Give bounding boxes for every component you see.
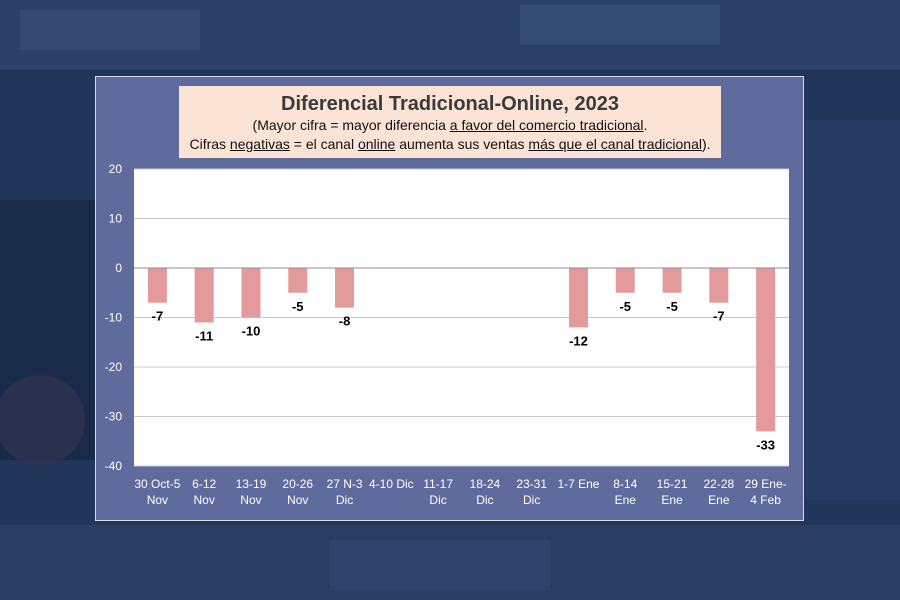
y-tick-label: -20 [105, 360, 123, 374]
x-tick-label: Nov [194, 493, 215, 507]
x-tick-label: 15-21 [657, 477, 688, 491]
x-tick-label: Nov [287, 493, 308, 507]
bar [756, 268, 776, 432]
bar [288, 268, 308, 293]
y-tick-label: 0 [115, 261, 122, 275]
y-tick-label: 10 [109, 212, 123, 226]
y-tick-label: -30 [105, 410, 123, 424]
x-tick-label: 11-17 [423, 477, 453, 491]
y-tick-label: -10 [105, 311, 123, 325]
x-tick-label: Ene [661, 493, 683, 507]
bar [241, 268, 261, 318]
y-tick-label: 20 [109, 162, 123, 176]
bar [568, 268, 588, 328]
bar [615, 268, 635, 293]
y-tick-label: -40 [105, 459, 123, 473]
x-tick-label: Ene [615, 493, 637, 507]
data-label: -12 [569, 333, 588, 348]
bar [194, 268, 214, 323]
x-tick-label: Nov [240, 493, 261, 507]
x-tick-label: 6-12 [192, 477, 216, 491]
data-label: -10 [242, 324, 261, 339]
x-tick-label: 30 Oct-5 [134, 477, 180, 491]
data-label: -5 [292, 299, 304, 314]
x-tick-label: Nov [147, 493, 168, 507]
x-tick-label: 27 N-3 [327, 477, 363, 491]
x-tick-label: Dic [476, 493, 493, 507]
bar-chart: 20 10 0 -10 -20 -30 -40 -7 30 Oct-5 Nov -11 6-12 Nov… [105, 162, 789, 507]
x-tick-label: 23-31 [516, 477, 547, 491]
x-tick-label: 8-14 [613, 477, 637, 491]
data-label: -7 [713, 309, 725, 324]
x-tick-label: Dic [523, 493, 540, 507]
bar [147, 268, 167, 303]
bar [335, 268, 355, 308]
bar [709, 268, 729, 303]
x-tick-label: 29 Ene- [745, 477, 787, 491]
x-tick-label: 22-28 [703, 477, 734, 491]
data-label: -5 [666, 299, 678, 314]
x-tick-label: Dic [336, 493, 353, 507]
x-tick-label: 20-26 [282, 477, 313, 491]
bar [662, 268, 682, 293]
x-tick-label: 13-19 [236, 477, 267, 491]
data-label: -11 [195, 328, 213, 343]
x-tick-label: 4-10 Dic [369, 477, 414, 491]
x-tick-label: Dic [429, 493, 446, 507]
x-tick-label: Ene [708, 493, 730, 507]
x-tick-label: 18-24 [470, 477, 501, 491]
data-label: -5 [619, 299, 631, 314]
data-label: -8 [339, 314, 351, 329]
data-label: -33 [756, 437, 775, 452]
x-tick-label: 1-7 Ene [557, 477, 599, 491]
data-label: -7 [152, 309, 164, 324]
x-tick-label: 4 Feb [750, 493, 781, 507]
